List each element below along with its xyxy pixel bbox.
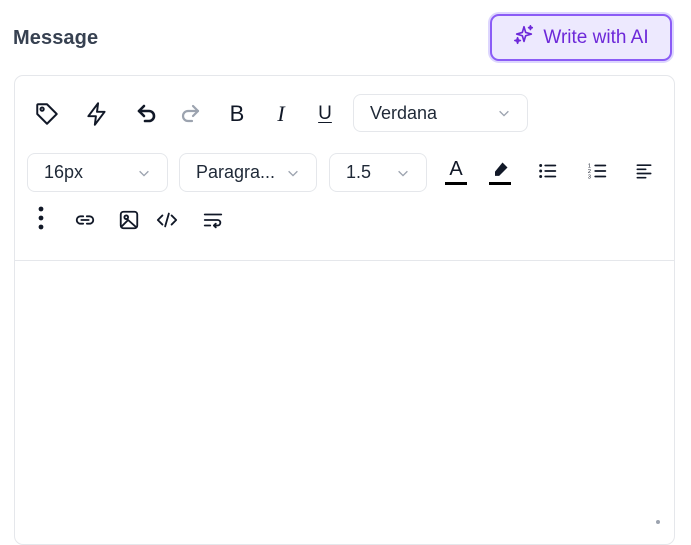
image-icon[interactable] xyxy=(113,204,145,236)
rich-text-editor: B I U Verdana 16px Paragra... 1.5 A 1 2 … xyxy=(14,75,675,545)
tag-icon[interactable] xyxy=(29,96,65,132)
line-height-value: 1.5 xyxy=(346,162,372,182)
field-label: Message xyxy=(13,27,99,49)
editor-toolbar: B I U Verdana 16px Paragra... 1.5 A 1 2 … xyxy=(15,76,674,261)
font-size-value: 16px xyxy=(44,162,84,182)
line-height-select[interactable]: 1.5 xyxy=(329,153,427,192)
chevron-down-icon xyxy=(398,170,408,177)
underline-button[interactable]: U xyxy=(307,96,343,132)
block-type-select[interactable]: Paragra... xyxy=(179,153,317,192)
text-wrap-icon[interactable] xyxy=(197,204,229,236)
italic-button[interactable]: I xyxy=(263,96,299,132)
block-type-value: Paragra... xyxy=(196,162,276,182)
bold-button[interactable]: B xyxy=(219,96,255,132)
write-with-ai-label: Write with AI xyxy=(543,26,649,48)
lightning-icon[interactable] xyxy=(79,96,115,132)
sparkles-icon xyxy=(513,24,535,52)
highlight-color-button[interactable] xyxy=(483,154,517,190)
link-icon[interactable] xyxy=(69,204,101,236)
editor-content-area[interactable] xyxy=(15,261,674,544)
font-size-select[interactable]: 16px xyxy=(27,153,168,192)
more-options-icon[interactable] xyxy=(29,202,53,234)
code-icon[interactable] xyxy=(151,204,183,236)
undo-icon[interactable] xyxy=(129,96,165,132)
resize-handle[interactable] xyxy=(656,520,660,524)
highlighter-icon xyxy=(495,162,508,176)
align-left-icon[interactable] xyxy=(627,154,661,188)
bullet-list-icon[interactable] xyxy=(531,154,565,188)
write-with-ai-button[interactable]: Write with AI xyxy=(490,14,672,61)
chevron-down-icon xyxy=(499,110,509,117)
font-family-value: Verdana xyxy=(370,102,438,123)
svg-text:3: 3 xyxy=(588,174,591,180)
redo-icon[interactable] xyxy=(172,96,208,132)
text-color-button[interactable]: A xyxy=(439,154,473,190)
text-color-swatch xyxy=(445,182,467,185)
chevron-down-icon xyxy=(139,170,149,177)
highlight-color-swatch xyxy=(489,181,511,185)
numbered-list-icon[interactable]: 1 2 3 xyxy=(581,154,615,188)
text-color-label: A xyxy=(449,158,463,180)
font-family-select[interactable]: Verdana xyxy=(353,94,528,132)
chevron-down-icon xyxy=(288,170,298,177)
